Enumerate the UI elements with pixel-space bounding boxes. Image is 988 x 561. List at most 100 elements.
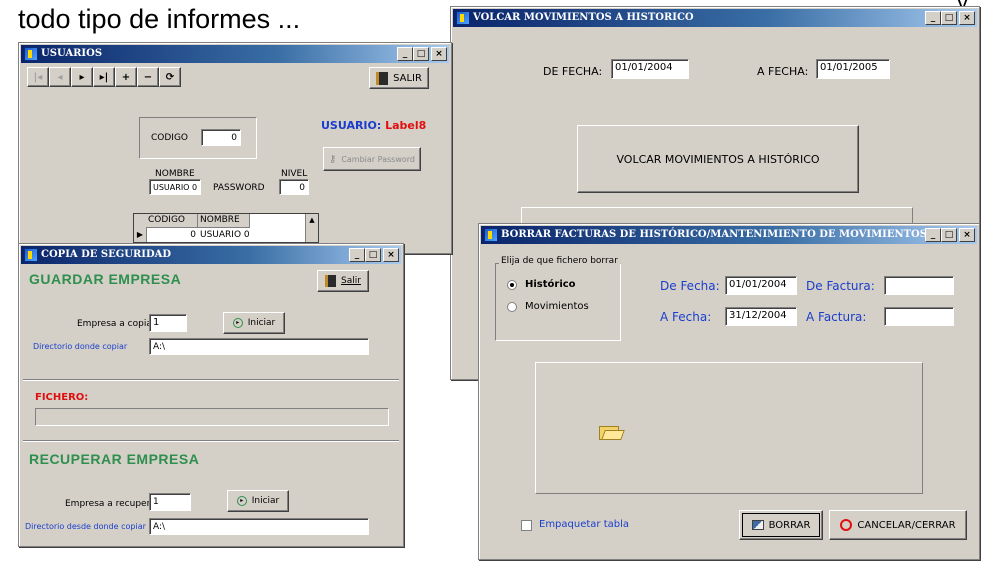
app-icon: [484, 228, 498, 242]
usuario-label: USUARIO: Label8: [321, 119, 426, 132]
minimize-button[interactable]: _: [397, 47, 413, 61]
nav-delete-button[interactable]: −: [137, 67, 159, 87]
directorio-recuperar-field[interactable]: A:\: [149, 518, 369, 535]
nav-refresh-button[interactable]: ⟳: [159, 67, 181, 87]
borrar-window: BORRAR FACTURAS DE HISTÓRICO/MANTENIMIEN…: [478, 223, 980, 560]
maximize-button[interactable]: □: [941, 11, 957, 25]
copia-salir-button[interactable]: Salir: [317, 270, 369, 292]
de-fecha-field[interactable]: 01/01/2004: [725, 276, 797, 295]
salir-button[interactable]: SALIR: [369, 67, 429, 89]
close-button[interactable]: ×: [431, 47, 447, 61]
codigo-field[interactable]: 0: [201, 129, 241, 146]
fichero-group-label: Elija de que fichero borrar: [499, 256, 620, 266]
radio-movimientos[interactable]: [507, 302, 517, 312]
divider: [23, 379, 399, 381]
empaquetar-checkbox[interactable]: [521, 520, 532, 531]
copia-window: COPIA DE SEGURIDAD _ □ × GUARDAR EMPRESA…: [18, 243, 404, 547]
page-heading: todo tipo de informes ...: [18, 4, 301, 34]
grid-cell-codigo[interactable]: 0: [146, 228, 198, 242]
empaquetar-label: Empaquetar tabla: [539, 519, 630, 530]
guardar-heading: GUARDAR EMPRESA: [29, 271, 182, 287]
cambiar-password-label: Cambiar Password: [341, 154, 415, 164]
cancel-icon: [840, 519, 853, 531]
usuarios-titlebar[interactable]: USUARIOS _ □ ×: [21, 45, 449, 63]
recuperar-heading: RECUPERAR EMPRESA: [29, 451, 200, 467]
usuarios-grid[interactable]: ▶ CODIGO NOMBRE 0 USUARIO 0 ▲: [133, 213, 319, 243]
de-factura-label: De Factura:: [806, 279, 875, 293]
maximize-button[interactable]: □: [365, 248, 381, 262]
volcar-button[interactable]: VOLCAR MOVIMIENTOS A HISTÓRICO: [577, 125, 859, 193]
de-fecha-field[interactable]: 01/01/2004: [611, 59, 689, 79]
empresa-recuperar-label: Empresa a recuperar: [65, 499, 160, 509]
borrar-title: BORRAR FACTURAS DE HISTÓRICO/MANTENIMIEN…: [501, 229, 927, 240]
start-icon: ▸: [232, 318, 243, 328]
directorio-copiar-label: Directorio donde copiar: [33, 342, 128, 351]
start-icon: ▸: [236, 496, 247, 506]
iniciar-copiar-button[interactable]: ▸ Iniciar: [223, 312, 285, 334]
grid-header-codigo[interactable]: CODIGO: [146, 214, 198, 228]
volcar-title: VOLCAR MOVIMIENTOS A HISTORICO: [473, 12, 694, 23]
usuarios-window: USUARIOS _ □ × |◂ ◂ ▸ ▸| + − ⟳ SALIR COD…: [18, 42, 452, 254]
empresa-copiar-field[interactable]: 1: [149, 314, 187, 332]
codigo-label: CODIGO: [151, 133, 189, 143]
password-label: PASSWORD: [213, 183, 265, 193]
minimize-button[interactable]: _: [349, 248, 365, 262]
minimize-button[interactable]: _: [925, 228, 941, 242]
iniciar-label: Iniciar: [251, 496, 280, 506]
radio-historico[interactable]: [507, 280, 517, 290]
movimientos-label: Movimientos: [525, 301, 589, 312]
progress-panel: [535, 362, 923, 494]
grid-header-nombre[interactable]: NOMBRE: [198, 214, 250, 228]
divider: [23, 440, 399, 442]
key-icon: ⚷: [328, 153, 337, 165]
close-button[interactable]: ×: [383, 248, 399, 262]
borrar-button[interactable]: BORRAR: [739, 510, 823, 540]
nombre-label: NOMBRE: [155, 169, 195, 179]
empresa-copiar-label: Empresa a copiar: [77, 319, 156, 329]
de-fecha-label: De Fecha:: [660, 279, 720, 293]
exit-door-icon: [376, 71, 389, 85]
minimize-button[interactable]: _: [925, 11, 941, 25]
usuario-value: Label8: [385, 119, 427, 132]
a-fecha-field[interactable]: 01/01/2005: [816, 59, 890, 79]
iniciar-label: Iniciar: [247, 318, 276, 328]
borrar-titlebar[interactable]: BORRAR FACTURAS DE HISTÓRICO/MANTENIMIEN…: [481, 226, 977, 244]
nav-prior-button[interactable]: ◂: [49, 67, 71, 87]
fichero-label: FICHERO:: [35, 392, 89, 403]
close-button[interactable]: ×: [959, 11, 975, 25]
directorio-copiar-field[interactable]: A:\: [149, 338, 369, 355]
app-icon: [24, 248, 38, 262]
a-factura-label: A Factura:: [806, 310, 867, 324]
usuario-label-text: USUARIO:: [321, 119, 382, 132]
eraser-icon: [751, 520, 764, 530]
record-navigator: |◂ ◂ ▸ ▸| + − ⟳: [27, 67, 181, 87]
copia-titlebar[interactable]: COPIA DE SEGURIDAD _ □ ×: [21, 246, 401, 264]
copia-salir-label: Salir: [341, 276, 361, 286]
close-button[interactable]: ×: [959, 228, 975, 242]
a-factura-field[interactable]: [884, 307, 954, 326]
a-fecha-label: A FECHA:: [757, 65, 809, 78]
nivel-field[interactable]: 0: [279, 179, 309, 195]
app-icon: [456, 11, 470, 25]
maximize-button[interactable]: □: [941, 228, 957, 242]
directorio-recuperar-label: Directorio desde donde copiar: [25, 522, 146, 531]
grid-scrollbar[interactable]: ▲: [305, 214, 318, 242]
nombre-field[interactable]: USUARIO 0: [149, 179, 201, 195]
nivel-label: NIVEL: [281, 169, 308, 179]
cancelar-button[interactable]: CANCELAR/CERRAR: [829, 510, 967, 540]
a-fecha-field[interactable]: 31/12/2004: [725, 307, 797, 326]
grid-cell-nombre[interactable]: USUARIO 0: [198, 228, 254, 242]
maximize-button[interactable]: □: [413, 47, 429, 61]
de-factura-field[interactable]: [884, 276, 954, 295]
borrar-label: BORRAR: [768, 519, 811, 531]
cambiar-password-button[interactable]: ⚷ Cambiar Password: [323, 147, 421, 171]
exit-door-icon: [325, 275, 337, 287]
iniciar-recuperar-button[interactable]: ▸ Iniciar: [227, 490, 289, 512]
empresa-recuperar-field[interactable]: 1: [149, 493, 191, 511]
volcar-titlebar[interactable]: VOLCAR MOVIMIENTOS A HISTORICO _ □ ×: [453, 9, 977, 27]
nav-first-button[interactable]: |◂: [27, 67, 49, 87]
nav-next-button[interactable]: ▸: [71, 67, 93, 87]
usuarios-title: USUARIOS: [41, 48, 103, 59]
nav-last-button[interactable]: ▸|: [93, 67, 115, 87]
nav-insert-button[interactable]: +: [115, 67, 137, 87]
